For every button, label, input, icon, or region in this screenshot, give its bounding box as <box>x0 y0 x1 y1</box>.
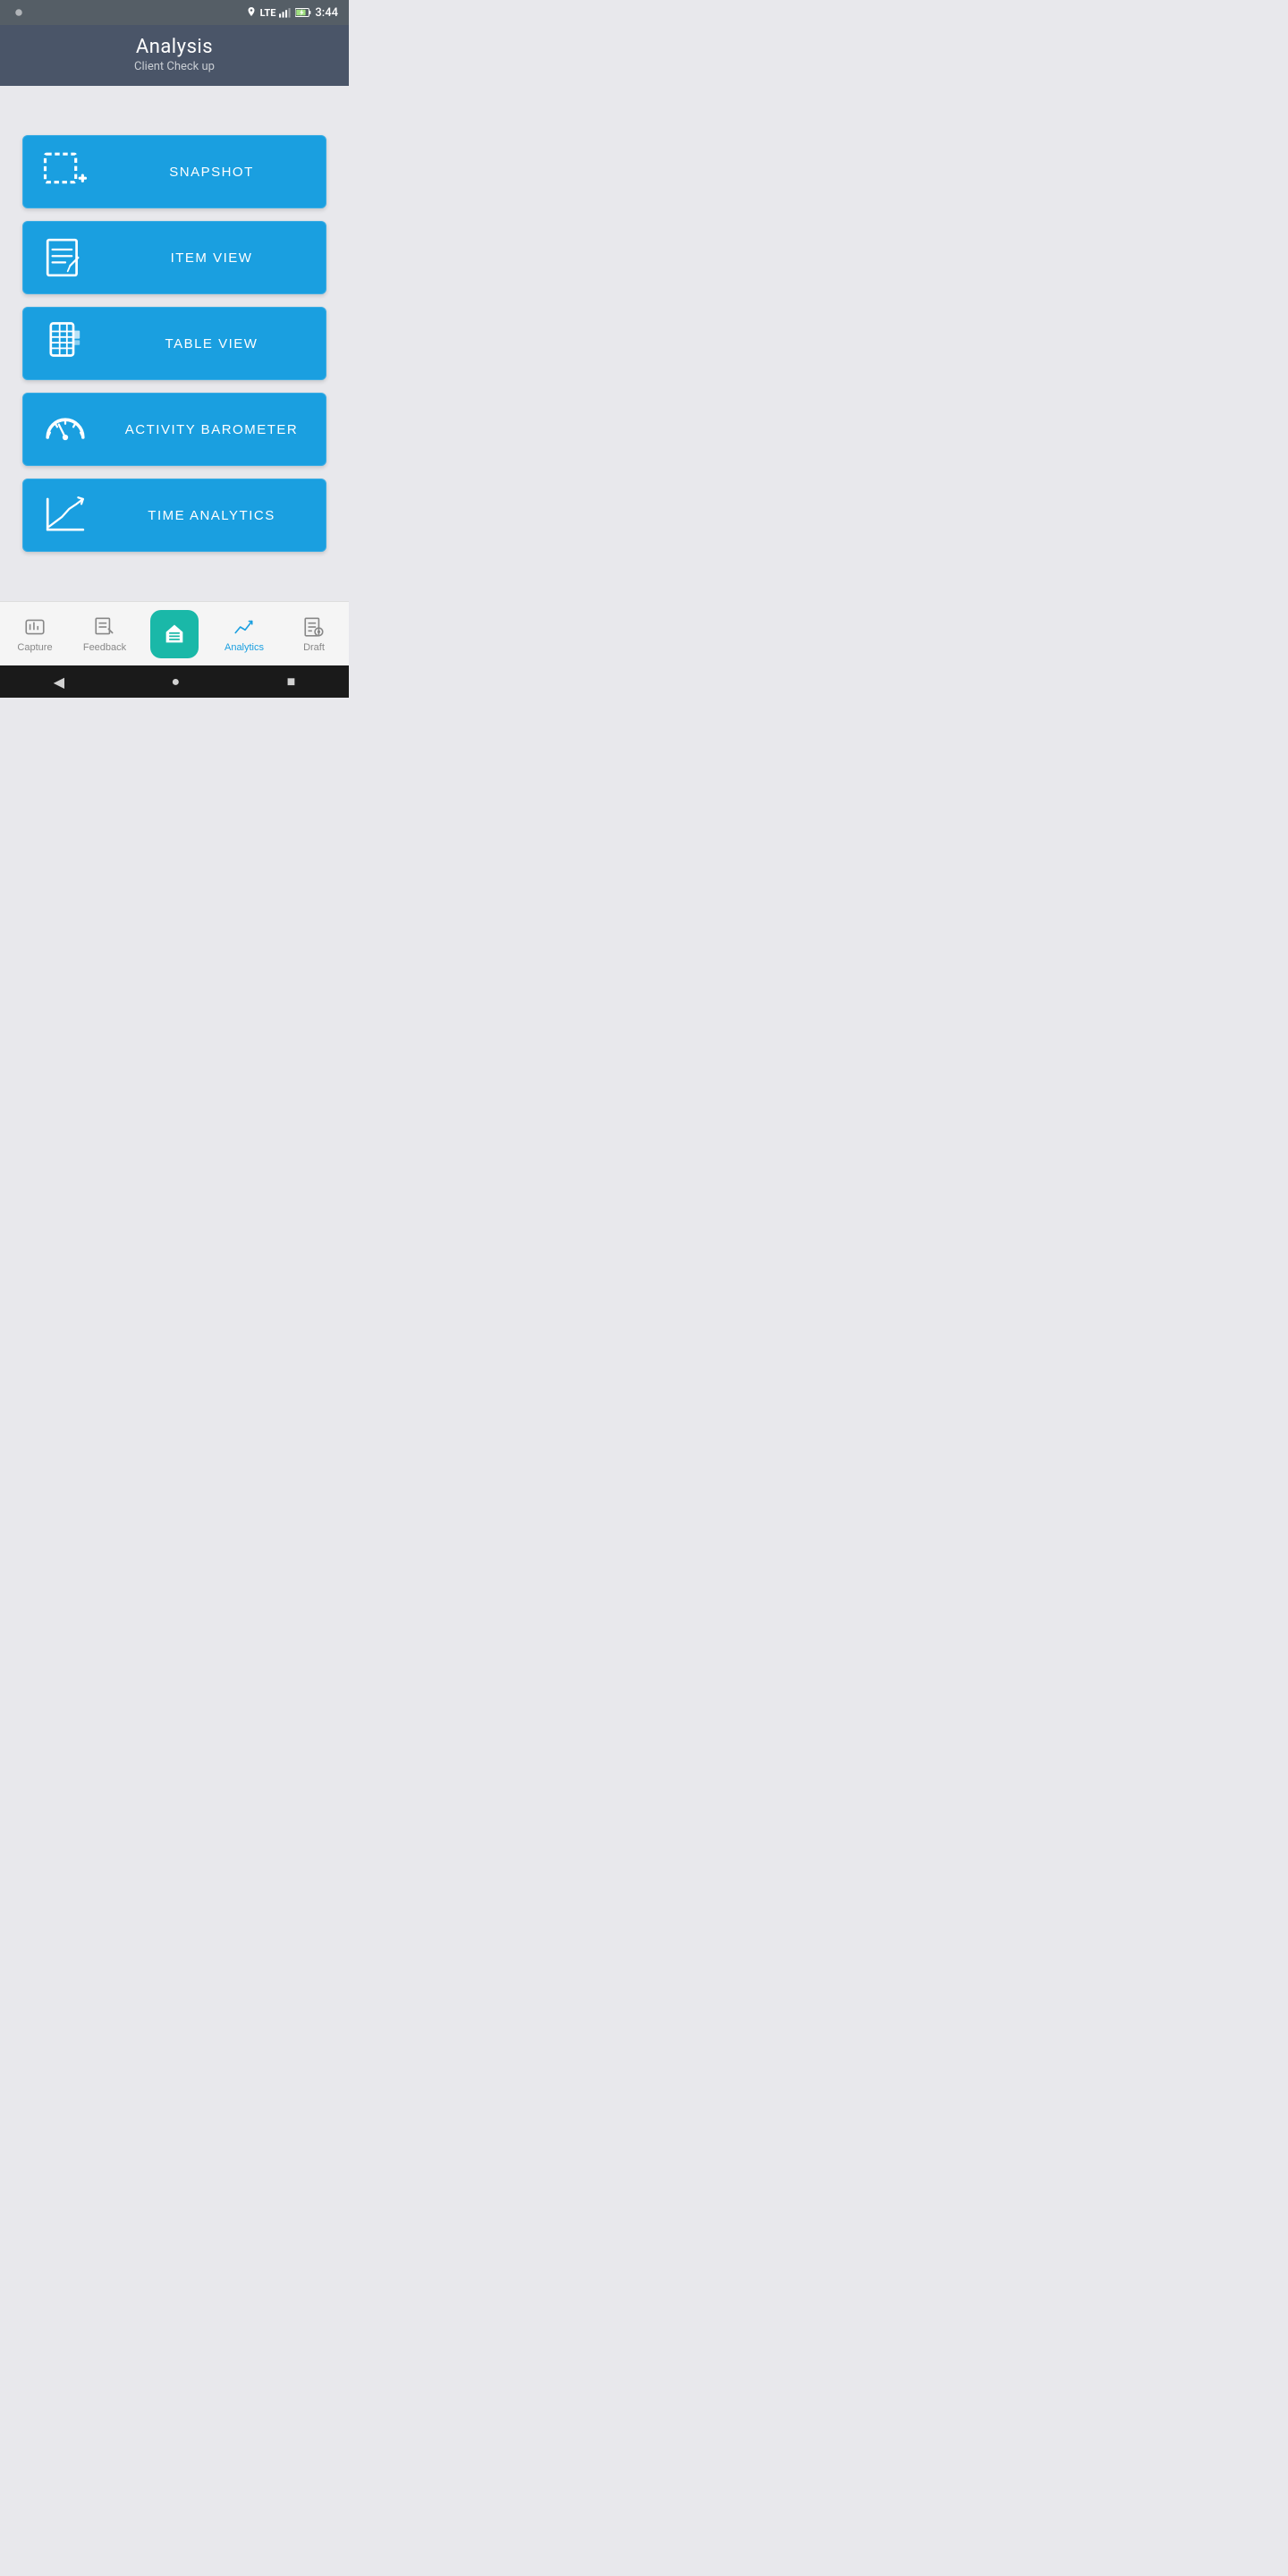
time-display: 3:44 <box>315 6 338 20</box>
feedback-nav-label: Feedback <box>83 642 126 653</box>
nav-feedback[interactable]: Feedback <box>70 602 140 665</box>
draft-nav-label: Draft <box>303 642 325 653</box>
status-left <box>11 4 27 21</box>
location-icon <box>246 6 257 19</box>
barometer-label: ACTIVITY BAROMETER <box>107 422 326 437</box>
back-button[interactable]: ◀ <box>54 674 64 691</box>
item-view-button[interactable]: ITEM VIEW <box>22 221 326 294</box>
nav-analytics[interactable]: Analytics <box>209 602 279 665</box>
page-title: Analysis <box>14 36 335 58</box>
page-subtitle: Client Check up <box>14 60 335 73</box>
analytics-nav-label: Analytics <box>225 642 264 653</box>
status-bar: LTE 3:44 <box>0 0 349 25</box>
nav-home-center <box>140 602 209 665</box>
home-button[interactable]: ● <box>171 673 180 691</box>
nav-draft[interactable]: Draft <box>279 602 349 665</box>
table-view-label: TABLE VIEW <box>107 336 326 352</box>
table-view-button[interactable]: TABLE VIEW <box>22 307 326 380</box>
system-nav-bar: ◀ ● ■ <box>0 665 349 698</box>
recents-button[interactable]: ■ <box>287 673 296 691</box>
nav-capture[interactable]: Capture <box>0 602 70 665</box>
time-analytics-label: TIME ANALYTICS <box>107 508 326 523</box>
time-analytics-button[interactable]: TIME ANALYTICS <box>22 479 326 552</box>
snapshot-button[interactable]: SNAPSHOT <box>22 135 326 208</box>
battery-icon <box>295 7 311 18</box>
wifi-icon <box>11 4 27 21</box>
header: Analysis Client Check up <box>0 25 349 86</box>
time-analytics-icon <box>22 479 107 552</box>
snapshot-icon <box>22 135 107 208</box>
status-right: LTE 3:44 <box>246 6 338 20</box>
snapshot-label: SNAPSHOT <box>107 165 326 180</box>
capture-nav-label: Capture <box>17 642 52 653</box>
signal-icon <box>279 7 292 18</box>
bottom-nav: Capture Feedback Analytics <box>0 601 349 665</box>
barometer-icon <box>22 393 107 466</box>
home-nav-icon <box>162 622 187 647</box>
item-view-label: ITEM VIEW <box>107 250 326 266</box>
lte-label: LTE <box>260 7 276 19</box>
activity-barometer-button[interactable]: ACTIVITY BAROMETER <box>22 393 326 466</box>
analytics-nav-icon <box>233 615 256 639</box>
draft-nav-icon <box>302 615 326 639</box>
capture-nav-icon <box>23 615 47 639</box>
main-content: SNAPSHOT ITEM VIEW <box>0 86 349 601</box>
nav-home-button[interactable] <box>150 610 199 658</box>
item-view-icon <box>22 221 107 294</box>
feedback-nav-icon <box>93 615 116 639</box>
table-view-icon <box>22 307 107 380</box>
